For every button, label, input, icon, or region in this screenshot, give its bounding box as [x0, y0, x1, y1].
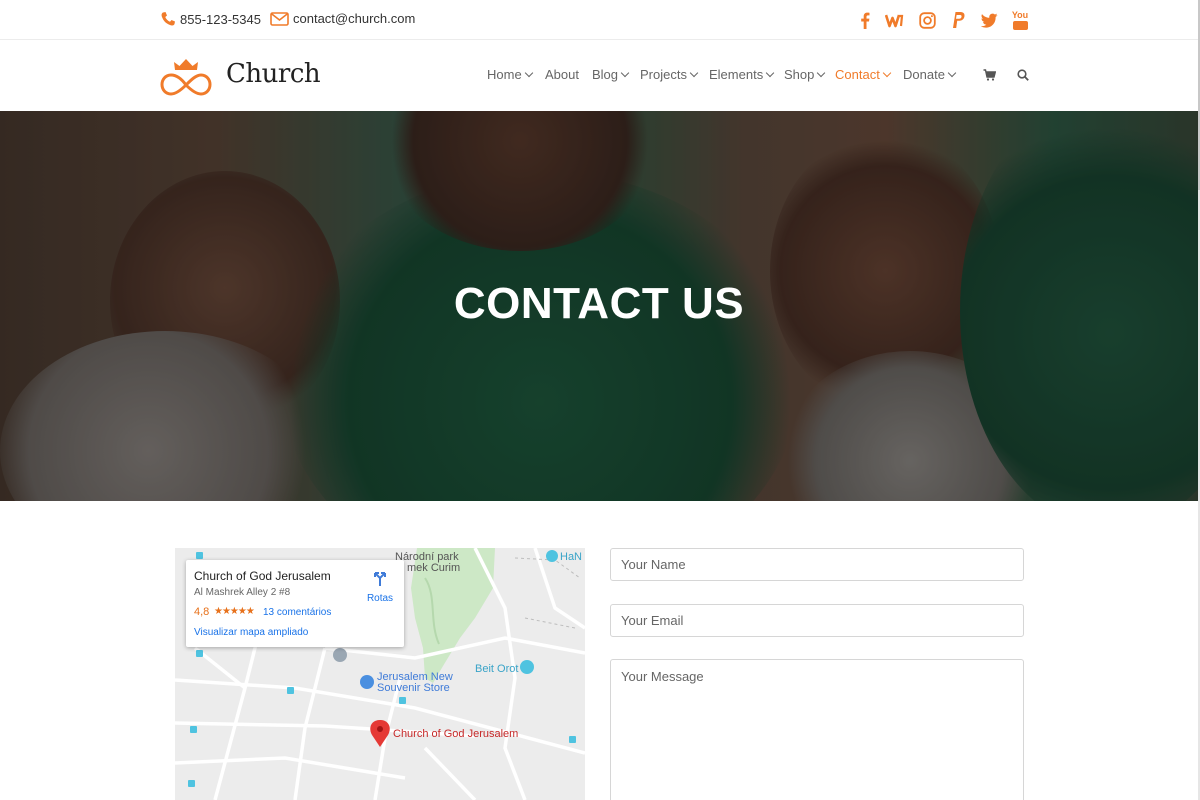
directions-button[interactable]: Rotas	[364, 569, 396, 604]
chevron-down-icon	[817, 68, 826, 78]
page-title: CONTACT US	[453, 279, 745, 328]
youtube-you-label: You	[1011, 9, 1029, 20]
map-label-ha: HaN	[560, 551, 583, 563]
ebay-icon[interactable]	[884, 9, 906, 31]
nav-donate[interactable]: Donate	[903, 67, 957, 82]
paypal-icon[interactable]	[947, 9, 969, 31]
nav-shop[interactable]: Shop	[784, 67, 826, 82]
envelope-icon	[270, 11, 289, 26]
youtube-icon[interactable]: You	[1009, 9, 1031, 31]
nav-label: Blog	[592, 67, 619, 82]
place-name: Church of God Jerusalem	[194, 569, 331, 583]
directions-label: Rotas	[366, 593, 394, 604]
map-label-store: Jerusalem New Souvenir Store	[377, 672, 453, 694]
search-icon[interactable]	[1017, 69, 1029, 81]
rating-stars: ★★★★★	[214, 606, 255, 617]
place-address: Al Mashrek Alley 2 #8	[194, 587, 291, 598]
facebook-icon[interactable]	[854, 9, 876, 31]
nav-label: Projects	[640, 67, 687, 82]
phone-number: 855-123-5345	[180, 11, 261, 27]
map-pin-label[interactable]: Church of God Jerusalem	[393, 728, 518, 740]
instagram-icon[interactable]	[916, 9, 938, 31]
nav-label: About	[545, 67, 579, 82]
nav-label: Elements	[709, 67, 764, 82]
place-rating: 4,8	[194, 606, 210, 618]
nav-label: Donate	[903, 67, 945, 82]
youtube-tube-mark	[1012, 20, 1028, 30]
chevron-down-icon	[689, 68, 699, 78]
chevron-down-icon	[620, 68, 630, 78]
chevron-down-icon	[882, 68, 892, 78]
map-label-park2: mek Curim	[407, 562, 461, 574]
nav-elements[interactable]: Elements	[709, 67, 775, 82]
cart-icon[interactable]	[983, 69, 996, 81]
nav-label: Contact	[835, 67, 880, 82]
email-contact[interactable]: contact@church.com	[270, 11, 415, 26]
top-bar: 855-123-5345 contact@church.com You	[0, 0, 1198, 40]
phone-icon	[161, 12, 175, 26]
nav-label: Shop	[784, 67, 815, 82]
twitter-icon[interactable]	[978, 9, 1000, 31]
google-map[interactable]: Národní park mek Curim HaN Jerusalem New…	[175, 548, 585, 800]
map-label-beit-orot: Beit Orot	[475, 663, 519, 675]
larger-map-link[interactable]: Visualizar mapa ampliado	[194, 627, 308, 638]
nav-contact[interactable]: Contact	[835, 67, 892, 82]
map-place-card: Church of God Jerusalem Al Mashrek Alley…	[186, 560, 404, 647]
message-field[interactable]	[610, 659, 1024, 800]
nav-home[interactable]: Home	[487, 67, 533, 82]
main-nav: Home About Blog Projects Elements Shop C…	[0, 67, 1198, 85]
hero-banner: CONTACT US	[0, 111, 1198, 501]
name-field[interactable]	[610, 548, 1024, 581]
directions-icon	[374, 572, 386, 586]
nav-blog[interactable]: Blog	[592, 67, 630, 82]
nav-label: Home	[487, 67, 522, 82]
email-address: contact@church.com	[293, 11, 416, 26]
nav-about[interactable]: About	[545, 67, 579, 82]
chevron-down-icon	[524, 68, 533, 78]
chevron-down-icon	[947, 68, 957, 78]
reviews-link[interactable]: 13 comentários	[263, 607, 331, 618]
phone-contact[interactable]: 855-123-5345	[160, 11, 261, 27]
map-label-store-line2: Souvenir Store	[377, 682, 450, 694]
email-field[interactable]	[610, 604, 1024, 637]
site-header: Church Home About Blog Projects Elements…	[0, 40, 1198, 111]
chevron-down-icon	[765, 68, 775, 78]
nav-projects[interactable]: Projects	[640, 67, 699, 82]
